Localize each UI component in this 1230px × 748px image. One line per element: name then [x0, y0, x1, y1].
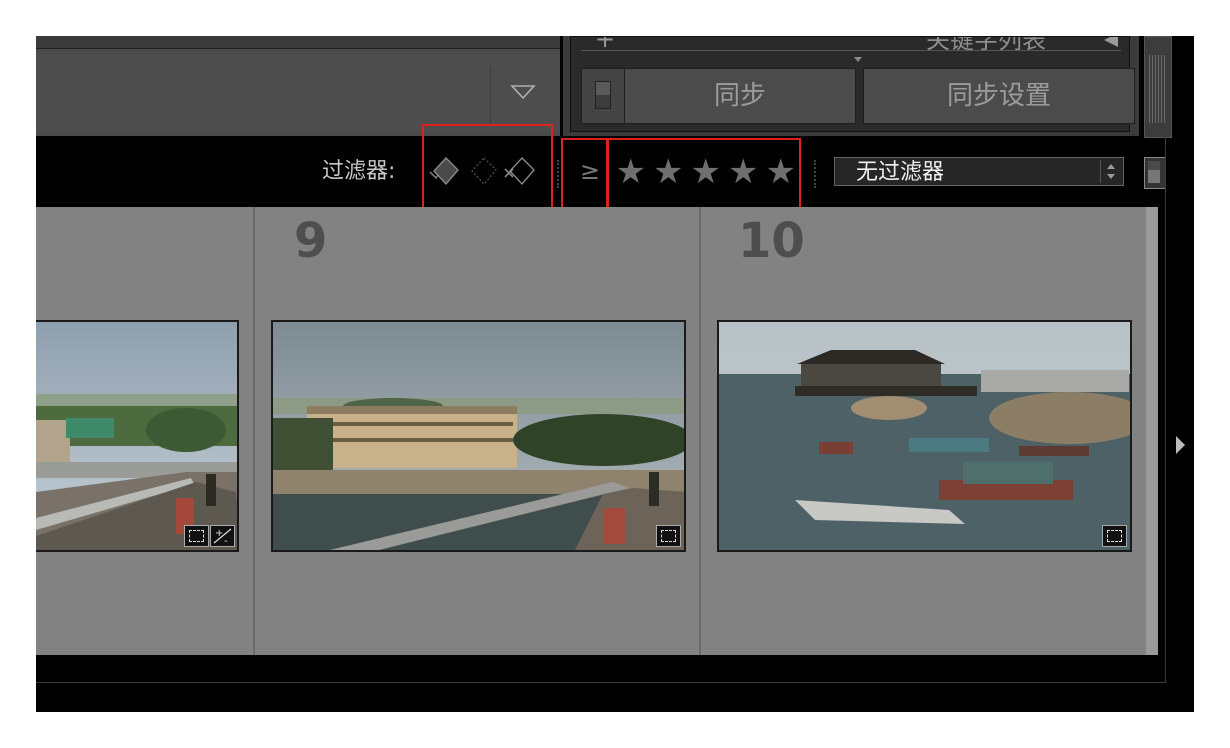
keyword-list-header[interactable]: + 关键字列表: [571, 37, 1129, 51]
highlight-rating-stars: [607, 138, 801, 215]
right-panel-scrollbar[interactable]: [1144, 36, 1172, 138]
panel-border: [36, 682, 1166, 683]
crop-badge-icon: [184, 525, 209, 547]
toggle-knob: [1148, 161, 1160, 183]
panel-border: [1165, 136, 1166, 683]
toggle-knob: [595, 81, 611, 109]
expand-right-panel-icon[interactable]: [1176, 436, 1185, 454]
right-panel-inner: + 关键字列表 同步 同步设置: [570, 36, 1135, 132]
exposure-badge-icon: + -: [210, 525, 235, 547]
select-spinner-icon[interactable]: [1100, 160, 1121, 183]
sync-button[interactable]: 同步: [624, 68, 856, 124]
photo-thumbnail[interactable]: [717, 320, 1132, 552]
svg-text:+: +: [215, 528, 223, 539]
auto-sync-toggle[interactable]: [581, 68, 625, 124]
cell-index: 10: [738, 213, 805, 269]
lightroom-window: + 关键字列表 同步 同步设置 过滤器: ≥ ★ ★ ★ ★ ★ 无过滤器 + …: [36, 36, 1194, 712]
keyword-list-label: 关键字列表: [926, 37, 1046, 51]
toolbar-strip: [36, 36, 560, 49]
photo-thumbnail[interactable]: + -: [36, 320, 239, 552]
photo-thumbnail[interactable]: [271, 320, 686, 552]
sync-settings-button[interactable]: 同步设置: [863, 68, 1135, 124]
photo-waterfront-walkway: [36, 322, 237, 550]
grid-scrollbar[interactable]: [1146, 207, 1158, 655]
collapse-arrow-icon[interactable]: [1104, 37, 1118, 47]
filter-label: 过滤器:: [322, 159, 396, 184]
keyword-divider: [581, 50, 1121, 51]
svg-text:-: -: [224, 536, 228, 546]
add-keyword-icon[interactable]: +: [595, 37, 615, 51]
cell-divider: [253, 207, 255, 655]
crop-badge-icon: [1102, 525, 1127, 547]
filter-separator-2: [814, 160, 816, 188]
filter-lock-toggle[interactable]: [1144, 157, 1166, 189]
toolbar-bar: [36, 52, 560, 132]
panel-expand-icon[interactable]: [854, 57, 862, 62]
photo-grid: + - 9 10: [36, 207, 1146, 655]
right-panel: + 关键字列表 同步 同步设置: [563, 36, 1139, 136]
cell-index: 9: [294, 213, 328, 269]
toolbar-panel: [36, 36, 560, 136]
highlight-rating-operator: [561, 138, 608, 212]
toolbar-divider: [490, 66, 491, 126]
crop-badge-icon: [656, 525, 681, 547]
filter-preset-value: 无过滤器: [856, 160, 945, 185]
filter-separator: [557, 160, 559, 188]
toolbar-dropdown-icon[interactable]: [508, 80, 538, 104]
filter-preset-select[interactable]: 无过滤器: [834, 157, 1124, 186]
cell-divider: [699, 207, 701, 655]
photo-harbor-pavilion-boats: [719, 322, 1130, 550]
photo-pier-building-walkway: [273, 322, 684, 550]
scrollbar-grip[interactable]: [1149, 55, 1165, 123]
